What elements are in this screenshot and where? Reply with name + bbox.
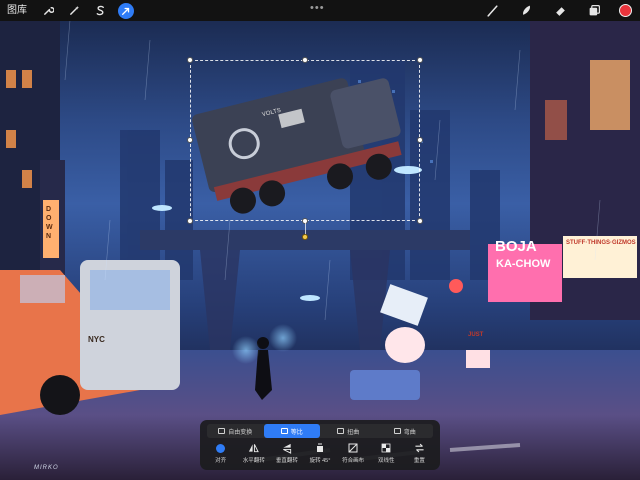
mode-distort-label: 扭曲 <box>347 429 360 436</box>
mode-freeform-label: 自由变换 <box>228 429 253 436</box>
flip-horizontal-label: 水平翻转 <box>242 458 265 464</box>
selection-s-icon[interactable] <box>92 3 108 19</box>
more-options-handle[interactable]: ••• <box>310 2 325 14</box>
smudge-icon[interactable] <box>518 3 534 19</box>
brush-icon[interactable] <box>484 3 500 19</box>
flip-horizontal-button[interactable]: 水平翻转 <box>237 442 270 468</box>
magic-wand-icon[interactable] <box>66 3 82 19</box>
interpolation-button[interactable]: 双线性 <box>370 442 403 468</box>
transform-mode-selector: 自由变换 等比 扭曲 弯曲 <box>207 424 433 438</box>
artist-signature: MIRKO <box>34 465 59 471</box>
rotation-handle[interactable] <box>302 234 308 240</box>
interpolation-icon <box>380 442 392 454</box>
taxi-text: NYC <box>88 335 105 344</box>
reset-label: 重置 <box>413 458 425 464</box>
warp-icon <box>393 428 401 434</box>
fit-to-canvas-button[interactable]: 符合画布 <box>337 442 370 468</box>
handle-top-center[interactable] <box>302 57 308 63</box>
snapping-icon <box>215 442 227 454</box>
layers-icon[interactable] <box>586 3 602 19</box>
fit-to-canvas-icon <box>347 442 359 454</box>
handle-middle-left[interactable] <box>187 137 193 143</box>
billboard-kachow-text: KA-CHOW <box>496 258 551 270</box>
freeform-icon <box>218 428 226 434</box>
color-picker-button[interactable] <box>619 4 632 17</box>
wrench-icon[interactable] <box>40 3 56 19</box>
transform-arrow-icon[interactable] <box>118 2 134 19</box>
mode-uniform[interactable]: 等比 <box>263 424 320 438</box>
uniform-icon <box>280 428 288 434</box>
fit-to-canvas-label: 符合画布 <box>342 458 365 464</box>
distort-icon <box>337 428 345 434</box>
sign-stuff-text: STUFF·THINGS·GIZMOS <box>566 240 636 246</box>
mode-warp-label: 弯曲 <box>403 429 416 436</box>
handle-top-right[interactable] <box>417 57 423 63</box>
gallery-button[interactable]: 图库 <box>7 0 27 21</box>
right-tools <box>475 0 638 21</box>
handle-top-left[interactable] <box>187 57 193 63</box>
handle-middle-right[interactable] <box>417 137 423 143</box>
flip-horizontal-icon <box>248 442 260 454</box>
top-toolbar: 图库 ••• <box>0 0 640 21</box>
eraser-icon[interactable] <box>552 3 568 19</box>
interpolation-label: 双线性 <box>378 458 395 464</box>
reset-button[interactable]: 重置 <box>403 442 436 468</box>
sign-down-text: DOWN <box>46 206 53 240</box>
billboard-boja-text: BOJA <box>495 238 537 255</box>
mode-freeform[interactable]: 自由变换 <box>207 424 264 438</box>
rotate-45-icon <box>314 442 326 454</box>
mode-uniform-label: 等比 <box>290 429 303 436</box>
rotate-45-button[interactable]: 旋转 45° <box>303 442 336 468</box>
sign-just-text: JUST <box>468 332 484 338</box>
transform-bounding-box[interactable] <box>190 60 420 221</box>
rotate-45-label: 旋转 45° <box>309 458 331 464</box>
flip-vertical-label: 垂直翻转 <box>275 458 298 464</box>
transform-panel: 自由变换 等比 扭曲 弯曲 对齐 水平翻转 垂直翻转 旋转 45° 符合画布 双… <box>200 420 440 470</box>
reset-icon <box>413 442 425 454</box>
flip-vertical-button[interactable]: 垂直翻转 <box>270 442 303 468</box>
flip-vertical-icon <box>281 442 293 454</box>
handle-bottom-right[interactable] <box>417 218 423 224</box>
transform-actions: 对齐 水平翻转 垂直翻转 旋转 45° 符合画布 双线性 重置 <box>204 442 436 468</box>
mode-distort[interactable]: 扭曲 <box>320 424 377 438</box>
handle-bottom-left[interactable] <box>187 218 193 224</box>
snapping-button[interactable]: 对齐 <box>204 442 237 468</box>
mode-warp[interactable]: 弯曲 <box>377 424 434 438</box>
snapping-label: 对齐 <box>215 458 227 464</box>
